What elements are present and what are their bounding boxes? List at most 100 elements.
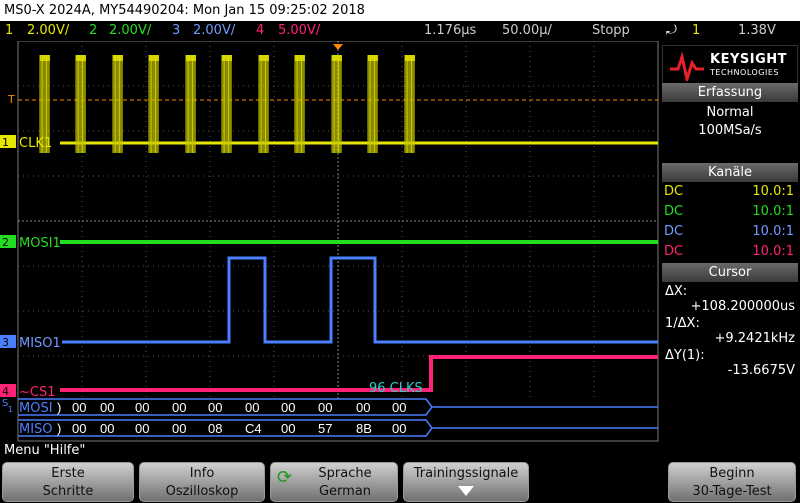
- ch1-burst-top: [186, 55, 196, 61]
- miso-decode-values: ) 00 00 00 00 08 C4 00 57 8B 00: [57, 421, 406, 436]
- brand-subtitle: TECHNOLOGIES: [710, 68, 779, 77]
- bus-1-marker: 1: [8, 405, 13, 414]
- delta-y-value: -13.6675V: [727, 363, 795, 378]
- decode-value: 00: [392, 400, 406, 415]
- softkey-training-signals[interactable]: Trainingssignale: [403, 462, 529, 502]
- ch1-label: CLK1: [19, 136, 52, 151]
- ch1-coupling: DC: [664, 184, 684, 199]
- channel-row-1: DC 10.0:1: [662, 184, 798, 204]
- cursor-box[interactable]: Cursor ΔX: +108.200000us 1/ΔX: +9.2421kH…: [662, 263, 798, 439]
- decode-value: 00: [135, 421, 149, 436]
- ch1-burst-top: [368, 55, 378, 61]
- ch1-probe: 10.0:1: [752, 184, 794, 199]
- decode-value: 00: [392, 421, 406, 436]
- ch2-marker-number: 2: [2, 236, 9, 249]
- softkey-5-line1: Beginn: [709, 466, 755, 481]
- inverse-delta-x-value: +9.2421kHz: [714, 331, 795, 346]
- softkey-2-line1: Info: [189, 466, 215, 481]
- decode-value: ): [57, 400, 61, 415]
- ch4-scale[interactable]: 5.00V/: [278, 21, 320, 41]
- ch1-number[interactable]: 1: [5, 21, 13, 41]
- decode-value: 00: [100, 400, 114, 415]
- ch1-burst-top: [222, 55, 232, 61]
- time-position[interactable]: 1.176μs: [424, 21, 476, 41]
- ch1-scale[interactable]: 2.00V/: [27, 21, 69, 41]
- ch3-number[interactable]: 3: [172, 21, 180, 41]
- ch1-burst-top: [40, 55, 50, 61]
- acquisition-mode: Normal: [706, 105, 754, 120]
- decode-value: C4: [245, 421, 262, 436]
- keysight-wave-icon: [670, 51, 704, 81]
- side-panel: KEYSIGHT TECHNOLOGIES Erfassung Normal 1…: [660, 41, 800, 442]
- waveform-svg: T 1 CLK1 2 MOSI1 3 MISO1 4 ~CS1 96 CLKS …: [0, 40, 659, 442]
- ch2-scale[interactable]: 2.00V/: [109, 21, 151, 41]
- decode-value: 57: [318, 421, 332, 436]
- keysight-logo: KEYSIGHT TECHNOLOGIES: [662, 45, 798, 85]
- channel-row-3: DC 10.0:1: [662, 224, 798, 244]
- sample-rate: 100MSa/s: [698, 123, 762, 138]
- ch3-probe: 10.0:1: [752, 224, 794, 239]
- channel-row-4: DC 10.0:1: [662, 244, 798, 264]
- mosi-decode-values: ) 00 00 00 00 00 00 00 00 00 00: [57, 400, 406, 415]
- rotate-knob-icon: ⟳: [277, 467, 293, 488]
- ch4-probe: 10.0:1: [752, 244, 794, 259]
- ch4-number[interactable]: 4: [256, 21, 264, 41]
- ch3-scale[interactable]: 2.00V/: [193, 21, 235, 41]
- ch1-burst-top: [113, 55, 123, 61]
- decode-value: 00: [100, 421, 114, 436]
- decode-value: 00: [281, 421, 295, 436]
- ch4-coupling: DC: [664, 244, 684, 259]
- softkey-about-scope[interactable]: Info Oszilloskop: [139, 462, 265, 502]
- ch2-probe: 10.0:1: [752, 204, 794, 219]
- acquisition-box[interactable]: Erfassung Normal 100MSa/s: [662, 83, 798, 159]
- decode-value: 00: [135, 400, 149, 415]
- decode-value: 00: [72, 421, 86, 436]
- run-state: Stopp: [592, 23, 630, 38]
- channels-title: Kanäle: [662, 163, 798, 182]
- waveform-display[interactable]: T 1 CLK1 2 MOSI1 3 MISO1 4 ~CS1 96 CLKS …: [0, 40, 660, 442]
- brand-name: KEYSIGHT: [710, 52, 787, 67]
- decode-value: 08: [208, 421, 222, 436]
- arrow-down-icon: [458, 486, 474, 496]
- trigger-marker-label: T: [7, 93, 15, 106]
- window-title: MS0-X 2024A, MY54490204: Mon Jan 15 09:2…: [0, 0, 800, 21]
- delta-x-label: ΔX:: [665, 284, 688, 299]
- decode-clock-count: 96 CLKS: [369, 381, 423, 396]
- time-base[interactable]: 50.00μ/: [502, 21, 552, 41]
- decode-value: 00: [208, 400, 222, 415]
- trigger-edge-icon: ⤾: [666, 23, 677, 38]
- channels-box[interactable]: Kanäle DC 10.0:1 DC 10.0:1 DC 10.0:1 DC …: [662, 163, 798, 261]
- softkey-language[interactable]: ⟳ Sprache German: [270, 462, 398, 502]
- ch1-burst-top: [405, 55, 415, 61]
- softkey-start-trial[interactable]: Beginn 30-Tage-Test: [668, 462, 796, 502]
- ch3-marker-number: 3: [2, 336, 9, 349]
- decode-value: 00: [318, 400, 332, 415]
- inverse-delta-x-label: 1/ΔX:: [665, 316, 700, 331]
- softkey-getting-started[interactable]: Erste Schritte: [2, 462, 134, 502]
- ch1-burst-top: [332, 55, 342, 61]
- trigger-channel[interactable]: 1: [692, 21, 700, 41]
- channel-row-2: DC 10.0:1: [662, 204, 798, 224]
- ch3-waveform: [62, 256, 658, 344]
- ch4-label: ~CS1: [19, 385, 56, 400]
- softkey-1-line2: Schritte: [42, 484, 94, 499]
- ch1-burst-top: [76, 55, 86, 61]
- menu-title: Menu "Hilfe": [4, 443, 86, 458]
- decode-value: 00: [281, 400, 295, 415]
- decode-value: 00: [356, 400, 370, 415]
- softkey-menu: Menu "Hilfe" Erste Schritte Info Oszillo…: [0, 442, 800, 503]
- ch3-coupling: DC: [664, 224, 684, 239]
- decode-value: 00: [172, 421, 186, 436]
- softkey-5-line2: 30-Tage-Test: [692, 484, 772, 499]
- ch1-burst-top: [295, 55, 305, 61]
- ch4-waveform: [60, 355, 658, 392]
- trigger-time-marker[interactable]: [333, 44, 343, 50]
- decode-value: 00: [72, 400, 86, 415]
- trigger-level[interactable]: 1.38V: [738, 21, 776, 41]
- delta-x-value: +108.200000us: [690, 299, 795, 314]
- softkey-1-line1: Erste: [51, 466, 85, 481]
- ch2-number[interactable]: 2: [89, 21, 97, 41]
- decode-value: 8B: [356, 421, 372, 436]
- cursor-title: Cursor: [662, 263, 798, 282]
- softkey-2-line2: Oszilloskop: [165, 484, 239, 499]
